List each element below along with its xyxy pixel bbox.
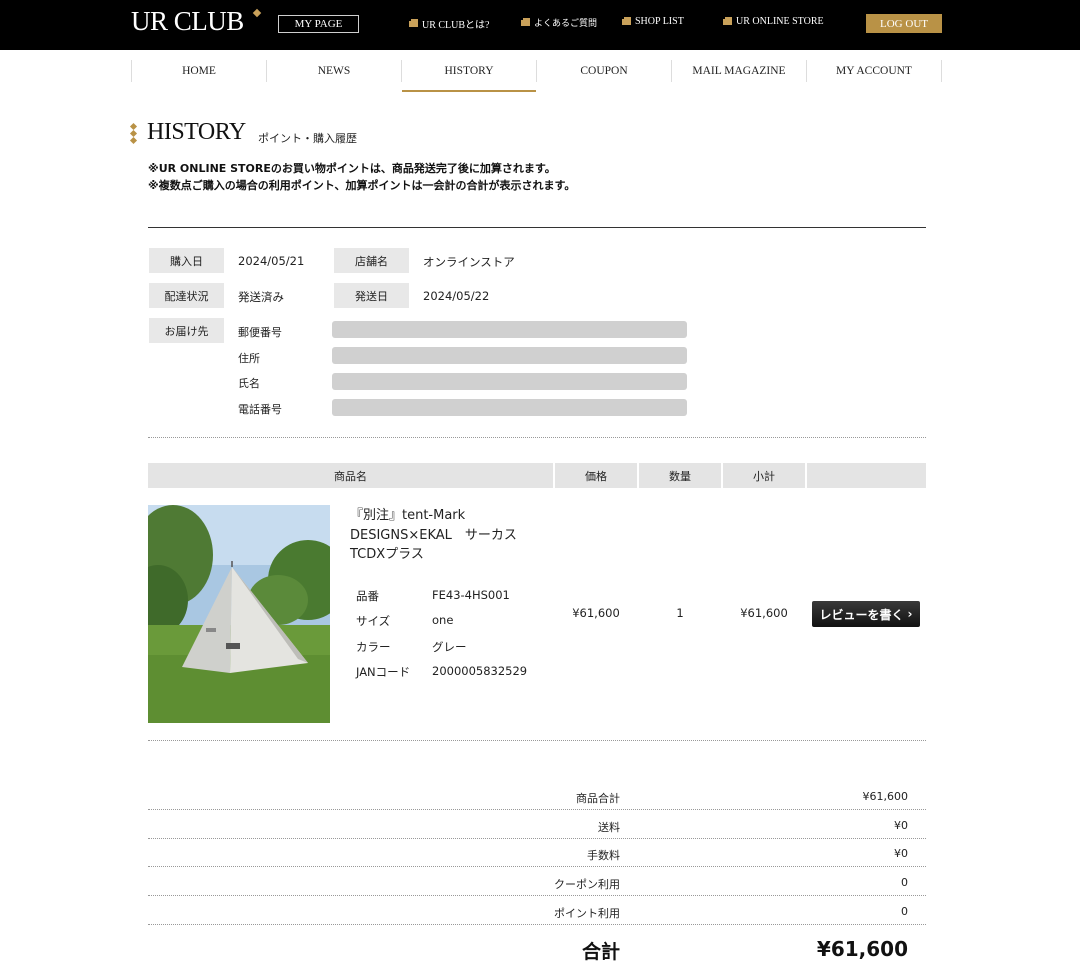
about-link[interactable]: UR CLUBとは? (409, 16, 490, 31)
total-row: 商品合計 ¥61,600 (148, 782, 926, 810)
arrow-icon (409, 18, 418, 27)
goods-total-label: 商品合計 (576, 792, 620, 805)
chevron-right-icon: › (907, 607, 913, 621)
coupon-used-label: クーポン利用 (554, 878, 620, 891)
item-qty: 1 (676, 606, 684, 620)
destination-label: お届け先 (149, 318, 224, 343)
nav-my-account[interactable]: MY ACCOUNT (806, 60, 942, 82)
goods-total-value: ¥61,600 (862, 790, 909, 803)
coupon-used-value: 0 (901, 876, 908, 889)
color-label: カラー (356, 640, 391, 654)
fee-label: 手数料 (587, 849, 620, 862)
about-link-label: UR CLUBとは? (422, 20, 490, 31)
total-row: 送料 ¥0 (148, 811, 926, 839)
shipping-value: ¥0 (894, 819, 908, 832)
mypage-button[interactable]: MY PAGE (278, 15, 359, 33)
size-label: サイズ (356, 614, 391, 628)
col-header-qty: 数量 (639, 463, 721, 488)
color-value: グレー (432, 640, 467, 654)
total-row: 手数料 ¥0 (148, 839, 926, 867)
product-name-line-1: 『別注』tent-Mark (350, 508, 466, 523)
shop-list-link-label: SHOP LIST (635, 16, 684, 27)
arrow-icon (622, 16, 631, 25)
total-row: クーポン利用 0 (148, 868, 926, 896)
points-used-value: 0 (901, 905, 908, 918)
name-redacted (332, 373, 687, 390)
page-subtitle: ポイント・購入履歴 (258, 132, 357, 145)
total-row: ポイント利用 0 (148, 897, 926, 925)
col-header-subtotal: 小計 (723, 463, 805, 488)
name-label: 氏名 (238, 377, 260, 390)
product-name-line-3: TCDXプラス (350, 547, 424, 562)
note-line-1: ※UR ONLINE STOREのお買い物ポイントは、商品発送完了後に加算されま… (148, 162, 556, 175)
faq-link[interactable]: よくあるご質問 (521, 16, 597, 29)
jan-value: 2000005832529 (432, 664, 528, 678)
product-name[interactable]: 『別注』tent-Mark DESIGNS×EKAL サーカス TCDXプラス (350, 506, 545, 565)
shop-list-link[interactable]: SHOP LIST (622, 16, 684, 27)
nav-mail-magazine[interactable]: MAIL MAGAZINE (671, 60, 806, 82)
ship-date-value: 2024/05/22 (423, 289, 490, 303)
heading-marker-icon (129, 122, 138, 145)
phone-label: 電話番号 (238, 403, 282, 416)
col-header-product: 商品名 (148, 463, 553, 488)
fee-value: ¥0 (894, 847, 908, 860)
main-nav: HOME NEWS HISTORY COUPON MAIL MAGAZINE M… (131, 60, 942, 92)
postal-code-redacted (332, 321, 687, 338)
nav-news[interactable]: NEWS (266, 60, 401, 82)
logout-button[interactable]: LOG OUT (866, 14, 942, 33)
faq-link-label: よくあるご質問 (534, 18, 598, 28)
grand-total-value: ¥61,600 (816, 937, 908, 961)
address-redacted (332, 347, 687, 364)
nav-coupon[interactable]: COUPON (536, 60, 671, 82)
delivery-status-value: 発送済み (238, 290, 284, 304)
store-label: 店舗名 (334, 248, 409, 273)
shipping-label: 送料 (598, 821, 620, 834)
online-store-link-label: UR ONLINE STORE (736, 16, 824, 27)
page-title: HISTORY (147, 119, 246, 145)
grand-total-label: 合計 (582, 941, 621, 963)
top-bar: UR CLUB MY PAGE UR CLUBとは? よくあるご質問 SHOP … (0, 0, 1080, 50)
col-header-action (807, 463, 926, 488)
nav-history[interactable]: HISTORY (401, 60, 536, 92)
divider (148, 227, 926, 228)
divider (148, 437, 926, 438)
jan-label: JANコード (356, 665, 411, 679)
ship-date-label: 発送日 (334, 283, 409, 308)
write-review-label: レビューを書く (819, 607, 904, 622)
site-logo[interactable]: UR CLUB (131, 6, 244, 37)
purchase-date-label: 購入日 (149, 248, 224, 273)
online-store-link[interactable]: UR ONLINE STORE (723, 16, 824, 27)
sku-label: 品番 (356, 589, 379, 603)
points-used-label: ポイント利用 (554, 907, 620, 920)
address-label: 住所 (238, 352, 260, 365)
product-name-line-2: DESIGNS×EKAL サーカス (350, 527, 517, 543)
phone-redacted (332, 399, 687, 416)
postal-code-label: 郵便番号 (238, 326, 282, 339)
col-header-price: 価格 (555, 463, 637, 488)
note-line-2: ※複数点ご購入の場合の利用ポイント、加算ポイントは一会計の合計が表示されます。 (148, 179, 576, 192)
arrow-icon (723, 16, 732, 25)
sku-value: FE43-4HS001 (432, 588, 510, 602)
logo-diamond-icon (252, 8, 262, 18)
store-value: オンラインストア (423, 255, 515, 269)
write-review-button[interactable]: レビューを書く › (812, 601, 920, 627)
purchase-date-value: 2024/05/21 (238, 254, 305, 268)
arrow-icon (521, 17, 530, 26)
nav-home[interactable]: HOME (131, 60, 266, 82)
size-value: one (432, 613, 454, 627)
delivery-status-label: 配達状況 (149, 283, 224, 308)
item-subtotal: ¥61,600 (740, 606, 788, 620)
product-image[interactable] (148, 505, 330, 723)
item-price: ¥61,600 (572, 606, 620, 620)
divider (148, 740, 926, 741)
